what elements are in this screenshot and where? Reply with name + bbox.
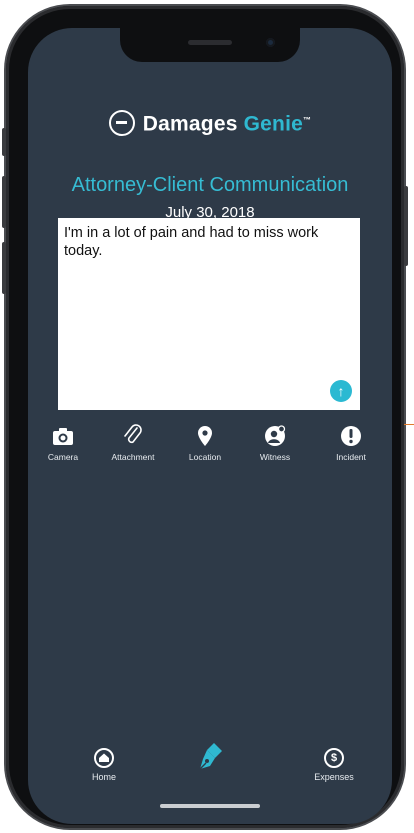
send-button[interactable]: ↑	[330, 380, 352, 402]
genie-logo-icon	[108, 110, 135, 136]
pen-nib-icon	[199, 743, 222, 770]
camera-label: Camera	[47, 452, 79, 462]
trademark: ™	[303, 115, 312, 125]
toolbar: Camera Attachment Location Witness Incid…	[28, 424, 392, 474]
brand-name: Damages	[142, 112, 238, 136]
app-screen: Damages Genie™ Attorney-Client Communica…	[28, 28, 392, 824]
expenses-button[interactable]: $ Expenses	[304, 748, 364, 782]
brand-accent: Genie	[243, 112, 303, 136]
message-text: I'm in a lot of pain and had to miss wor…	[64, 225, 319, 259]
location-button[interactable]: Location	[170, 424, 240, 462]
home-label: Home	[91, 772, 116, 782]
home-icon	[94, 748, 114, 768]
page-title: Attorney-Client Communication	[71, 174, 349, 196]
volume-down-button	[2, 242, 6, 294]
volume-up-button	[2, 176, 6, 228]
location-label: Location	[188, 452, 222, 462]
camera-button[interactable]: Camera	[28, 424, 98, 462]
expenses-label: Expenses	[314, 772, 354, 782]
attachment-button[interactable]: Attachment	[98, 424, 168, 462]
notch	[120, 28, 300, 62]
alert-icon	[341, 426, 361, 446]
home-button[interactable]: Home	[80, 748, 128, 782]
witness-icon	[265, 425, 286, 446]
incident-label: Incident	[336, 452, 366, 462]
annotation-callout-line	[404, 424, 414, 425]
witness-label: Witness	[259, 452, 291, 462]
arrow-up-icon: ↑	[337, 383, 345, 399]
speaker	[188, 40, 232, 45]
app-logo: Damages Genie™	[28, 110, 392, 138]
witness-button[interactable]: Witness	[240, 424, 310, 462]
home-indicator	[160, 804, 260, 808]
camera-icon	[53, 428, 73, 445]
paperclip-icon	[124, 424, 142, 444]
location-pin-icon	[198, 426, 212, 446]
bottom-nav: Home $ Expenses	[28, 740, 392, 800]
mute-switch	[2, 128, 6, 156]
compose-button[interactable]	[192, 740, 228, 779]
front-camera	[266, 38, 275, 47]
message-input[interactable]: I'm in a lot of pain and had to miss wor…	[58, 218, 360, 410]
dollar-icon: $	[324, 748, 344, 768]
phone-frame: Damages Genie™ Attorney-Client Communica…	[2, 6, 408, 828]
power-button	[404, 186, 408, 266]
attachment-label: Attachment	[111, 452, 155, 462]
incident-button[interactable]: Incident	[316, 424, 386, 462]
